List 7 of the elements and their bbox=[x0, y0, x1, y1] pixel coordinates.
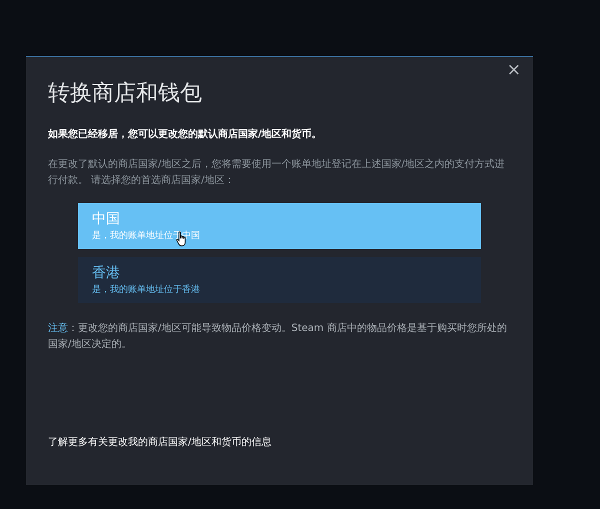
region-option[interactable]: 香港 是，我的账单地址位于香港 bbox=[78, 257, 481, 303]
dialog-title: 转换商店和钱包 bbox=[48, 80, 203, 108]
intro-text: 如果您已经移居，您可以更改您的默认商店国家/地区和货币。 bbox=[48, 127, 323, 141]
note-text: 注意：更改您的商店国家/地区可能导致物品价格变动。Steam 商店中的物品价格是基于购买时您所处的国家/地区决定的。 bbox=[48, 322, 508, 352]
close-button[interactable]: × bbox=[502, 60, 525, 80]
instructions-text: 在更改了默认的商店国家/地区之后，您将需要使用一个账单地址登记在上述国家/地区之内的支付方式进行付款。 请选择您的首选商店国家/地区： bbox=[48, 158, 506, 188]
learn-more-link[interactable]: 了解更多有关更改我的商店国家/地区和货币的信息 bbox=[48, 435, 511, 449]
